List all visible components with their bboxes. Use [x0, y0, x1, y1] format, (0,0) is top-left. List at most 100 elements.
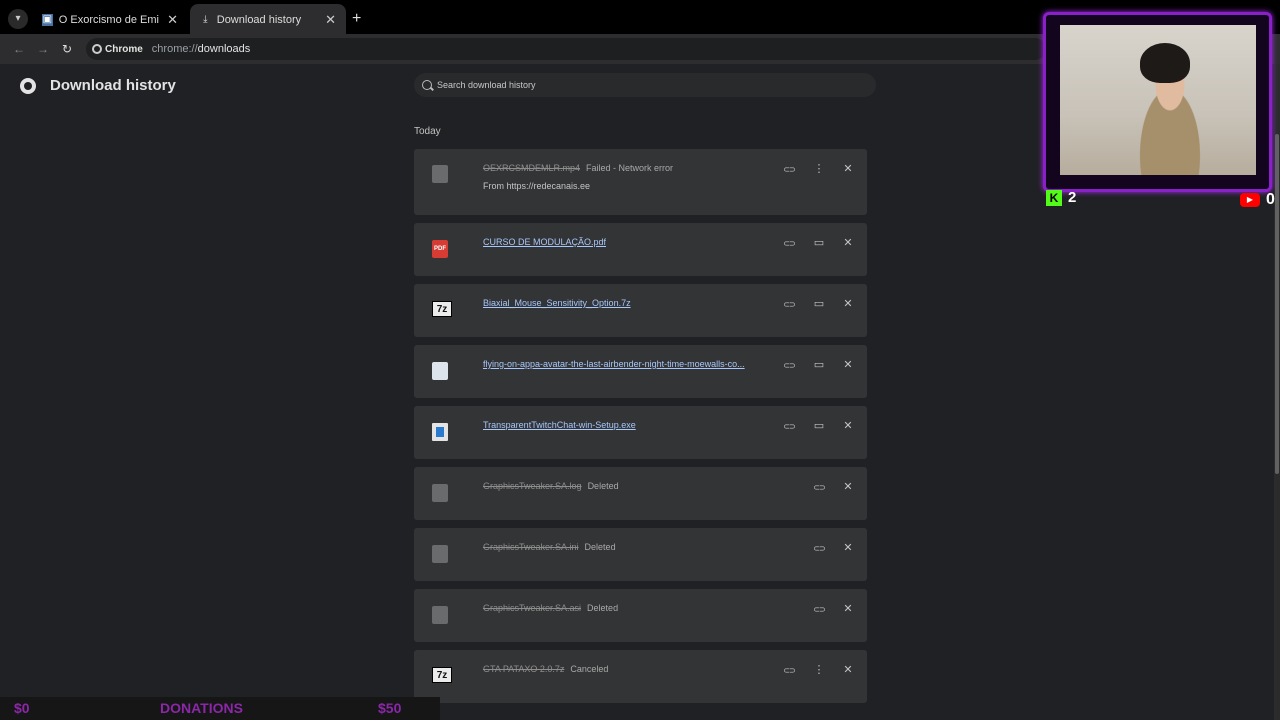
download-icon: ⤓ [203, 14, 208, 25]
url-path: downloads [197, 43, 251, 55]
remove-button[interactable]: ✕ [840, 235, 856, 251]
copy-link-button[interactable]: ⊂⊃ [811, 540, 827, 556]
more-actions-button[interactable]: ⋮ [811, 662, 827, 678]
download-item: GraphicsTweaker.SA.log Deleted ⊂⊃ ✕ [414, 467, 867, 520]
donation-bar: $0 DONATIONS $50 [0, 697, 440, 720]
link-icon: ⊂⊃ [813, 544, 825, 553]
webcam-feed [1060, 25, 1256, 175]
remove-button[interactable]: ✕ [840, 479, 856, 495]
remove-button[interactable]: ✕ [840, 662, 856, 678]
download-item: 7z GTA PATAXO 2.0.7z Canceled ⊂⊃ ⋮ ✕ [414, 650, 867, 703]
file-name-text: GTA PATAXO 2.0.7z [483, 664, 565, 674]
tab-download-history[interactable]: ⤓ Download history ✕ [190, 4, 346, 36]
chrome-chip[interactable]: Chrome [92, 44, 143, 55]
donation-label: DONATIONS [160, 700, 243, 716]
back-button[interactable]: ← [10, 40, 28, 58]
folder-icon: ▭ [813, 237, 825, 249]
webcam-overlay [1043, 12, 1272, 192]
file-name[interactable]: CURSO DE MODULAÇÃO.pdf [483, 237, 606, 247]
file-doc-icon [432, 484, 448, 502]
search-input[interactable] [437, 80, 857, 90]
youtube-count: 0 [1266, 191, 1275, 208]
download-item: GraphicsTweaker.SA.asi Deleted ⊂⊃ ✕ [414, 589, 867, 642]
close-icon: ✕ [843, 163, 853, 175]
file-img-icon [432, 362, 448, 380]
scrollbar[interactable] [1274, 64, 1280, 720]
download-item: OEXRCSMDEMLR.mp4 Failed - Network error Fr… [414, 149, 867, 215]
copy-link-button[interactable]: ⊂⊃ [781, 296, 797, 312]
file-name[interactable]: TransparentTwitchChat-win-Setup.exe [483, 420, 636, 430]
remove-button[interactable]: ✕ [840, 540, 856, 556]
youtube-viewers: ▶ 0 [1240, 191, 1275, 209]
file-name[interactable]: flying-on-appa-avatar-the-last-airbender… [483, 359, 745, 369]
close-icon: ✕ [843, 237, 853, 249]
show-in-folder-button[interactable]: ▭ [811, 357, 827, 373]
file-name: GTA PATAXO 2.0.7z Canceled [483, 664, 608, 674]
show-in-folder-button[interactable]: ▭ [811, 235, 827, 251]
show-in-folder-button[interactable]: ▭ [811, 296, 827, 312]
remove-button[interactable]: ✕ [840, 296, 856, 312]
close-icon[interactable]: ✕ [167, 12, 178, 28]
file-name-text: OEXRCSMDEMLR.mp4 [483, 163, 581, 173]
browser-window: ▾ ▣ O Exorcismo de Emily Rose (Du ✕ ⤓ Do… [0, 0, 1280, 720]
file-name: GraphicsTweaker.SA.log Deleted [483, 481, 619, 491]
link-icon: ⊂⊃ [783, 361, 795, 370]
scroll-thumb[interactable] [1275, 134, 1279, 474]
remove-button[interactable]: ✕ [840, 357, 856, 373]
close-icon: ✕ [843, 542, 853, 554]
file-z7-icon: 7z [432, 301, 452, 317]
close-icon: ✕ [843, 420, 853, 432]
donation-goal: $50 [378, 700, 402, 716]
close-icon[interactable]: ✕ [325, 12, 336, 28]
download-item: TransparentTwitchChat-win-Setup.exe ⊂⊃ ▭ ✕ [414, 406, 867, 459]
tab-emily-rose[interactable]: ▣ O Exorcismo de Emily Rose (Du ✕ [32, 6, 188, 34]
remove-button[interactable]: ✕ [840, 418, 856, 434]
file-name-text: GraphicsTweaker.SA.ini [483, 542, 579, 552]
new-tab-button[interactable]: + [352, 10, 361, 28]
show-in-folder-button[interactable]: ▭ [811, 418, 827, 434]
copy-link-button[interactable]: ⊂⊃ [781, 357, 797, 373]
copy-link-button[interactable]: ⊂⊃ [811, 601, 827, 617]
copy-link-button[interactable]: ⊂⊃ [781, 235, 797, 251]
remove-button[interactable]: ✕ [840, 161, 856, 177]
search-box[interactable] [414, 73, 876, 97]
file-name-text[interactable]: flying-on-appa-avatar-the-last-airbender… [483, 359, 745, 369]
file-exe-icon [432, 423, 448, 441]
youtube-icon: ▶ [1240, 193, 1260, 207]
more-actions-button[interactable]: ⋮ [811, 161, 827, 177]
folder-icon: ▭ [813, 420, 825, 432]
chip-label: Chrome [105, 43, 143, 55]
copy-link-button[interactable]: ⊂⊃ [781, 161, 797, 177]
reload-button[interactable]: ↻ [58, 40, 76, 58]
link-icon: ⊂⊃ [783, 666, 795, 675]
file-name-text[interactable]: TransparentTwitchChat-win-Setup.exe [483, 420, 636, 430]
tab-search-button[interactable]: ▾ [8, 9, 28, 29]
reload-icon: ↻ [61, 42, 73, 56]
file-doc-icon [432, 545, 448, 563]
file-doc-icon [432, 606, 448, 624]
address-bar[interactable]: Chrome chrome://downloads [86, 38, 1046, 60]
file-name-text[interactable]: Biaxial_Mouse_Sensitivity_Option.7z [483, 298, 631, 308]
download-status: Deleted [587, 481, 619, 491]
file-name[interactable]: Biaxial_Mouse_Sensitivity_Option.7z [483, 298, 631, 308]
date-section-label: Today [414, 126, 441, 137]
copy-link-button[interactable]: ⊂⊃ [781, 418, 797, 434]
more-vert-icon: ⋮ [813, 664, 825, 676]
remove-button[interactable]: ✕ [840, 601, 856, 617]
file-pdf-icon: PDF [432, 240, 448, 258]
file-name-text[interactable]: CURSO DE MODULAÇÃO.pdf [483, 237, 606, 247]
forward-button[interactable]: → [34, 40, 52, 58]
copy-link-button[interactable]: ⊂⊃ [811, 479, 827, 495]
folder-icon: ▭ [813, 359, 825, 371]
chrome-logo-icon [20, 78, 36, 94]
download-status: Deleted [587, 603, 619, 613]
tab-title: Download history [216, 14, 302, 26]
kick-count: 2 [1068, 189, 1077, 206]
url-scheme: chrome:// [151, 43, 198, 55]
close-icon: ✕ [843, 481, 853, 493]
copy-link-button[interactable]: ⊂⊃ [781, 662, 797, 678]
close-icon: ✕ [843, 603, 853, 615]
file-z7-icon: 7z [432, 667, 452, 683]
more-vert-icon: ⋮ [813, 163, 825, 175]
file-doc-icon [432, 165, 448, 183]
